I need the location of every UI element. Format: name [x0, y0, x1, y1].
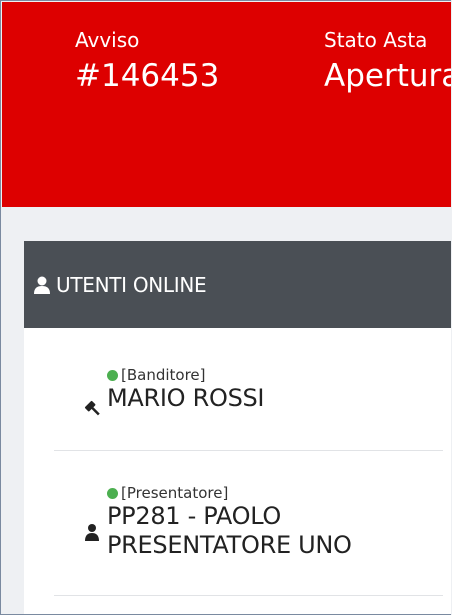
auction-status-value: Apertura — [324, 58, 451, 94]
user-name: MARIO ROSSI — [107, 384, 265, 412]
user-role: [Banditore] — [121, 366, 206, 384]
user-icon — [84, 523, 100, 541]
auction-status-label: Stato Asta — [324, 28, 428, 52]
gavel-icon — [84, 400, 102, 418]
online-users-title: UTENTI ONLINE — [56, 272, 207, 297]
online-users-header: UTENTI ONLINE — [24, 241, 451, 328]
online-status-dot — [107, 487, 118, 499]
auction-header: Avviso #146453 Stato Asta Apertura — [2, 2, 451, 207]
notice-number: #146453 — [75, 58, 220, 94]
online-user-item: [Banditore] MARIO ROSSI — [54, 366, 443, 451]
online-status-dot — [107, 369, 118, 381]
notice-label: Avviso — [75, 28, 140, 52]
online-user-item: [Presentatore] PP281 - PAOLO PRESENTATOR… — [54, 484, 443, 596]
user-icon — [32, 275, 52, 295]
online-users-panel: UTENTI ONLINE [Banditore] MARIO ROSSI [P… — [24, 241, 451, 614]
user-name-line-2: PRESENTATORE UNO — [107, 531, 352, 559]
notice-block: Avviso #146453 — [75, 28, 219, 96]
user-role: [Presentatore] — [121, 484, 229, 502]
page-frame: Avviso #146453 Stato Asta Apertura UTENT… — [0, 0, 451, 615]
user-name-line-1: PP281 - PAOLO — [107, 502, 282, 530]
auction-status-block: Stato Asta Apertura — [324, 28, 451, 96]
user-name: PP281 - PAOLO PRESENTATORE UNO — [107, 502, 443, 560]
